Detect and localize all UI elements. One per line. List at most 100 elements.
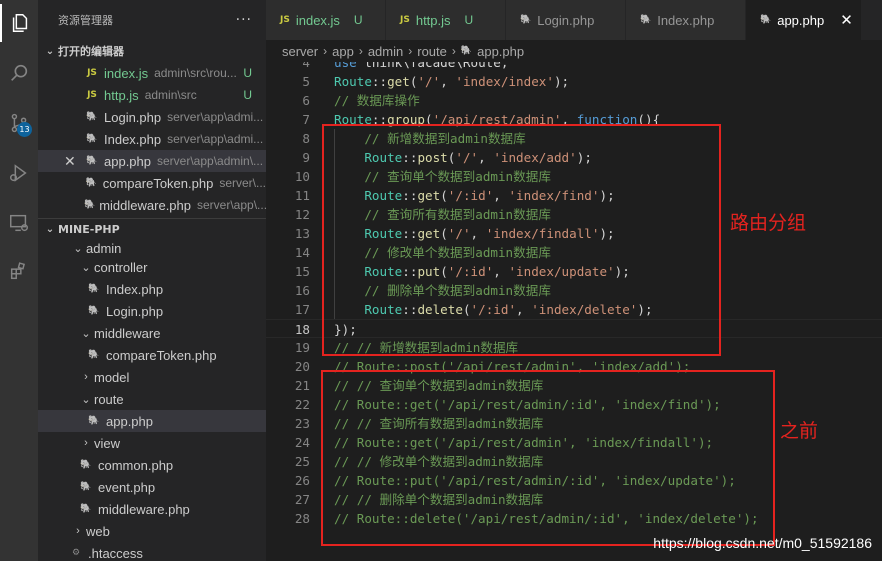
code-line[interactable]: 27 // // 删除单个数据到admin数据库: [266, 490, 882, 509]
php-file-icon: 🐘: [86, 134, 98, 144]
folder-controller[interactable]: ⌄ controller: [38, 256, 266, 278]
folder-admin[interactable]: ⌄ admin: [38, 240, 266, 256]
more-actions-icon[interactable]: ···: [236, 12, 252, 28]
code-line[interactable]: 26 // Route::put('/api/rest/admin/:id', '…: [266, 471, 882, 490]
open-editor-item-login-php[interactable]: 🐘 Login.php server\app\admi...: [38, 106, 266, 128]
code-text: // Route::get('/api/rest/admin/:id', 'in…: [334, 397, 721, 412]
run-debug-icon[interactable]: [0, 154, 38, 192]
code-text: // 查询所有数据到admin数据库: [334, 207, 551, 222]
open-editor-item-middleware-php[interactable]: 🐘 middleware.php server\app\...: [38, 194, 266, 216]
file-event-php[interactable]: 🐘 event.php: [38, 476, 266, 498]
php-file-icon: 🐘: [86, 112, 98, 122]
activity-bar: 13: [0, 0, 38, 561]
code-line[interactable]: 20 // Route::post('/api/rest/admin', 'ind…: [266, 357, 882, 376]
code-line[interactable]: 15 Route::put('/:id', 'index/update');: [266, 262, 882, 281]
tab-app-php[interactable]: 🐘 app.php ✕: [746, 0, 862, 40]
code-line[interactable]: 8 // 新增数据到admin数据库: [266, 129, 882, 148]
line-number: 12: [294, 207, 310, 222]
php-file-icon: 🐘: [88, 416, 100, 426]
code-editor[interactable]: 4 use think\facade\Route; 5 Route::get('/',…: [266, 62, 882, 561]
chevron-down-icon: ⌄: [81, 327, 91, 340]
line-number: 21: [294, 378, 310, 393]
code-line[interactable]: 19 // // 新增数据到admin数据库: [266, 338, 882, 357]
tab-login-php[interactable]: 🐘 Login.php: [506, 0, 626, 40]
open-editor-item-index-php[interactable]: 🐘 Index.php server\app\admi...: [38, 128, 266, 150]
js-file-icon: JS: [87, 90, 97, 100]
folder-name: route: [94, 391, 124, 407]
folder-middleware[interactable]: ⌄ middleware: [38, 322, 266, 344]
code-line[interactable]: 10 // 查询单个数据到admin数据库: [266, 167, 882, 186]
code-text: // // 修改单个数据到admin数据库: [334, 454, 544, 469]
open-editor-item-app-php[interactable]: ✕ 🐘 app.php server\app\admin\...: [38, 150, 266, 172]
open-editor-item-http-js[interactable]: JS http.js admin\src U: [38, 84, 266, 106]
breadcrumb-item[interactable]: server: [282, 44, 318, 59]
php-file-icon: 🐘: [520, 15, 532, 25]
line-number: 16: [294, 283, 310, 298]
code-line[interactable]: 22 // Route::get('/api/rest/admin/:id', '…: [266, 395, 882, 414]
file-name: event.php: [98, 479, 156, 495]
close-icon[interactable]: ✕: [840, 11, 853, 29]
code-line[interactable]: 28 // Route::delete('/api/rest/admin/:id'…: [266, 509, 882, 528]
code-line[interactable]: 7 Route::group('/api/rest/admin', functio…: [266, 110, 882, 129]
file-name: Index.php: [106, 281, 164, 297]
open-editors-header[interactable]: ⌄ 打开的编辑器: [38, 40, 266, 62]
code-line[interactable]: 5 Route::get('/', 'index/index');: [266, 72, 882, 91]
folder-model[interactable]: › model: [38, 366, 266, 388]
source-control-icon[interactable]: 13: [0, 104, 38, 142]
code-line[interactable]: 9 Route::post('/', 'index/add');: [266, 148, 882, 167]
project-header[interactable]: ⌄ MINE-PHP: [38, 218, 266, 240]
folder-web[interactable]: › web: [38, 520, 266, 542]
code-line[interactable]: 11 Route::get('/:id', 'index/find');: [266, 186, 882, 205]
breadcrumb-item[interactable]: app: [332, 44, 354, 59]
code-line[interactable]: 4 use think\facade\Route;: [266, 62, 882, 72]
js-file-icon: JS: [280, 15, 290, 25]
php-file-icon: 🐘: [640, 15, 652, 25]
chevron-down-icon: ⌄: [45, 224, 55, 235]
code-line[interactable]: 6 // 数据库操作: [266, 91, 882, 110]
code-text: // // 删除单个数据到admin数据库: [334, 492, 544, 507]
explorer-icon[interactable]: [0, 4, 38, 42]
remote-explorer-icon[interactable]: [0, 204, 38, 242]
code-line[interactable]: 21 // // 查询单个数据到admin数据库: [266, 376, 882, 395]
file-app-php[interactable]: 🐘 app.php: [38, 410, 266, 432]
breadcrumb-item[interactable]: app.php: [477, 44, 524, 59]
file-middleware-php[interactable]: 🐘 middleware.php: [38, 498, 266, 520]
line-number: 6: [302, 93, 310, 108]
open-editor-path: server\app\admi...: [167, 110, 264, 124]
breadcrumb-item[interactable]: route: [417, 44, 447, 59]
code-text: // 数据库操作: [334, 93, 420, 108]
extensions-icon[interactable]: [0, 252, 38, 290]
file-name: middleware.php: [98, 501, 190, 517]
code-line[interactable]: 16 // 删除单个数据到admin数据库: [266, 281, 882, 300]
file-comparetoken-php[interactable]: 🐘 compareToken.php: [38, 344, 266, 366]
close-icon[interactable]: ✕: [64, 153, 76, 170]
line-number: 27: [294, 492, 310, 507]
open-editor-item-index-js[interactable]: JS index.js admin\src\rou... U: [38, 62, 266, 84]
line-number: 19: [294, 340, 310, 355]
folder-route[interactable]: ⌄ route: [38, 388, 266, 410]
search-icon[interactable]: [0, 54, 38, 92]
tab-index-php[interactable]: 🐘 Index.php: [626, 0, 746, 40]
breadcrumb: server › app › admin › route › 🐘 app.php: [266, 40, 882, 62]
line-number: 23: [294, 416, 310, 431]
open-editor-item-comparetoken-php[interactable]: 🐘 compareToken.php server\...: [38, 172, 266, 194]
file-login-php[interactable]: 🐘 Login.php: [38, 300, 266, 322]
tab-index-js[interactable]: JS index.js U: [266, 0, 386, 40]
breadcrumb-item[interactable]: admin: [368, 44, 403, 59]
route-group-annotation: 路由分组: [730, 212, 807, 234]
scm-badge: 13: [17, 122, 32, 137]
code-line[interactable]: 17 Route::delete('/:id', 'index/delete')…: [266, 300, 882, 319]
file-htaccess[interactable]: ⚙ .htaccess: [38, 542, 266, 561]
tab-http-js[interactable]: JS http.js U: [386, 0, 506, 40]
file-index-php[interactable]: 🐘 Index.php: [38, 278, 266, 300]
code-line[interactable]: 25 // // 修改单个数据到admin数据库: [266, 452, 882, 471]
chevron-right-icon: ›: [84, 437, 88, 449]
open-editor-path: server\...: [219, 176, 266, 190]
watermark: https://blog.csdn.net/m0_51592186: [653, 535, 872, 551]
untracked-badge: U: [243, 88, 252, 102]
file-common-php[interactable]: 🐘 common.php: [38, 454, 266, 476]
folder-view[interactable]: › view: [38, 432, 266, 454]
js-file-icon: JS: [400, 15, 410, 25]
code-line[interactable]: 18});: [266, 319, 882, 338]
code-line[interactable]: 14 // 修改单个数据到admin数据库: [266, 243, 882, 262]
